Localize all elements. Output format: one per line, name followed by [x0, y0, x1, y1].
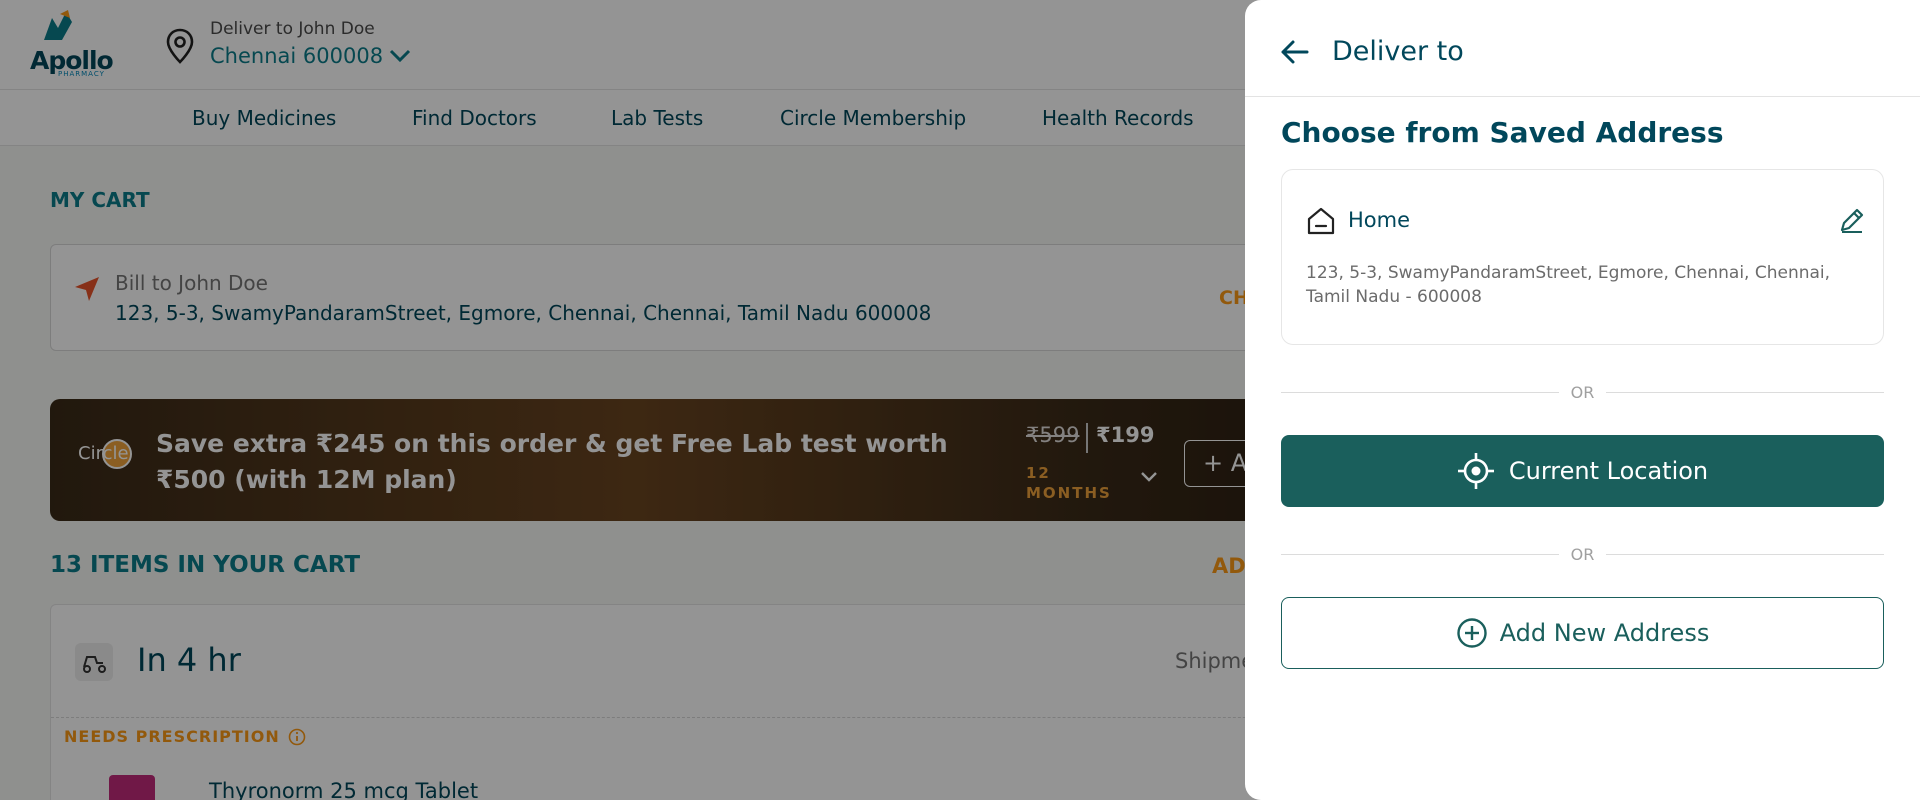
- or-line-left: [1281, 391, 1559, 393]
- panel-title: Deliver to: [1332, 36, 1464, 67]
- saved-address-label: Home: [1348, 208, 1411, 232]
- saved-address-heading: Choose from Saved Address: [1281, 116, 1724, 149]
- or-text: OR: [1570, 544, 1595, 564]
- or-line-left: [1281, 553, 1559, 555]
- deliver-to-panel: Deliver to Choose from Saved Address Hom…: [1245, 0, 1920, 800]
- plus-circle-icon: [1456, 618, 1487, 648]
- back-arrow-icon[interactable]: [1279, 36, 1311, 68]
- or-line-right: [1606, 391, 1884, 393]
- add-new-address-label: Add New Address: [1499, 619, 1710, 647]
- saved-address-text: 123, 5-3, SwamyPandaramStreet, Egmore, C…: [1306, 263, 1831, 307]
- or-divider: OR: [1281, 380, 1884, 404]
- or-line-right: [1606, 553, 1884, 555]
- current-location-button[interactable]: Current Location: [1281, 435, 1884, 507]
- panel-header: Deliver to: [1245, 0, 1920, 97]
- saved-address-card[interactable]: Home 123, 5-3, SwamyPandaramStreet, Egmo…: [1281, 169, 1884, 345]
- or-text: OR: [1570, 382, 1595, 402]
- add-new-address-button[interactable]: Add New Address: [1281, 597, 1884, 669]
- home-icon: [1307, 207, 1335, 235]
- current-location-label: Current Location: [1508, 457, 1709, 485]
- edit-pencil-icon[interactable]: [1838, 206, 1866, 234]
- or-divider-2: OR: [1281, 542, 1884, 566]
- crosshair-icon: [1457, 453, 1494, 489]
